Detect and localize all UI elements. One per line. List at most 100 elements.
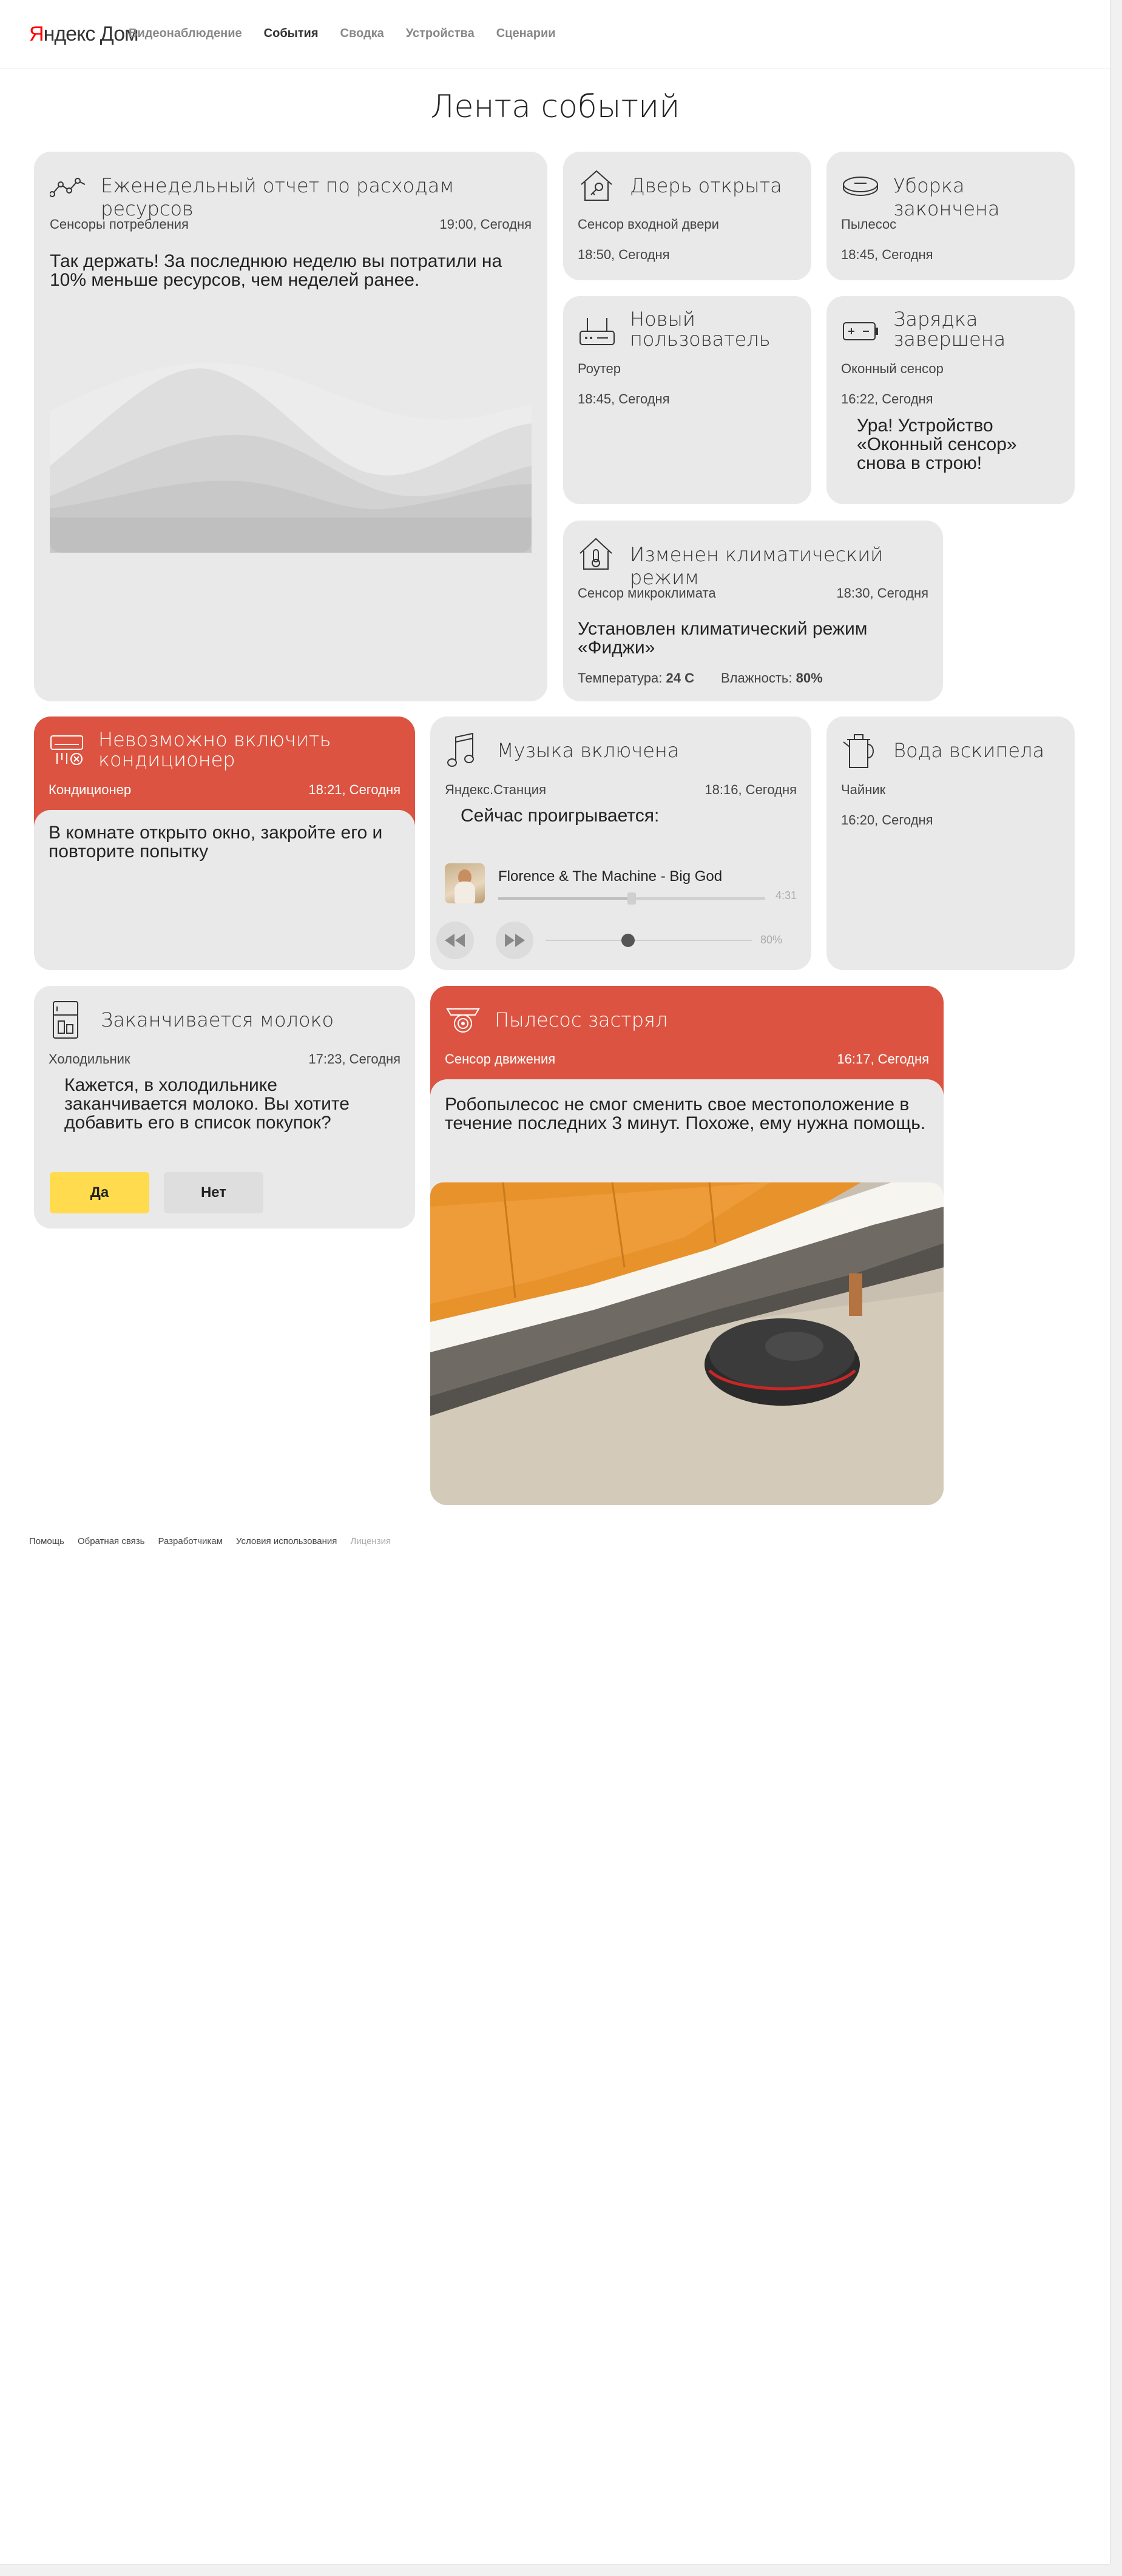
card-time: 16:17, Сегодня xyxy=(837,1051,929,1067)
card-title: Музыка включена xyxy=(497,739,680,762)
card-title: Изменен климатический режим xyxy=(630,543,884,589)
card-time: 18:21, Сегодня xyxy=(308,782,400,797)
card-source: Сенсоры потребления xyxy=(50,217,189,232)
chart-line-icon xyxy=(50,178,86,197)
temperature-label: Температура: xyxy=(578,670,663,686)
card-title: Пылесос застрял xyxy=(495,1008,668,1031)
card-source: Холодильник xyxy=(49,1051,130,1067)
music-card[interactable]: Музыка включена Яндекс.Станция 18:16, Се… xyxy=(430,716,811,970)
card-time: 18:45, Сегодня xyxy=(841,247,933,262)
card-message: Установлен климатический режим «Фиджи» xyxy=(578,619,868,658)
nav-devices[interactable]: Устройства xyxy=(406,27,475,41)
nav-events[interactable]: События xyxy=(264,27,319,41)
card-source: Роутер xyxy=(578,361,621,376)
top-header: Яндекс Дом Видеонаблюдение События Сводк… xyxy=(0,0,1110,69)
rewind-button[interactable] xyxy=(436,922,474,959)
card-source: Яндекс.Станция xyxy=(445,782,546,797)
air-conditioner-icon xyxy=(50,735,83,765)
nav-scenarios[interactable]: Сценарии xyxy=(496,27,556,41)
battery-icon xyxy=(843,322,878,340)
track-progress-bar[interactable] xyxy=(498,892,765,905)
card-title-line: завершена xyxy=(893,328,1006,351)
weekly-report-card[interactable]: Еженедельный отчет по расходам ресурсов … xyxy=(34,152,547,701)
logo-letter: Я xyxy=(29,22,44,46)
robot-vacuum-icon xyxy=(843,177,878,197)
kettle-icon xyxy=(843,734,874,768)
humidity-readout: Влажность: 80% xyxy=(721,670,823,686)
card-time: 17:23, Сегодня xyxy=(308,1051,400,1067)
milk-card[interactable]: Заканчивается молоко Холодильник 17:23, … xyxy=(34,986,415,1229)
footer-license[interactable]: Лицензия xyxy=(350,1536,391,1546)
page-title: Лента событий xyxy=(430,89,680,125)
humidity-label: Влажность: xyxy=(721,670,792,686)
horizontal-scrollbar[interactable] xyxy=(0,2564,1110,2576)
kettle-card[interactable]: Вода вскипела Чайник 16:20, Сегодня xyxy=(826,716,1075,970)
card-header: Пылесос застрял Сенсор движения 16:17, С… xyxy=(430,986,944,1095)
card-title: Дверь открыта xyxy=(630,174,782,197)
card-source: Сенсор движения xyxy=(445,1051,556,1067)
rewind-icon xyxy=(445,934,465,947)
card-title-line: пользователь xyxy=(630,328,771,351)
house-key-icon xyxy=(581,170,612,201)
forward-button[interactable] xyxy=(496,922,533,959)
card-title-line: Зарядка xyxy=(893,308,978,331)
yes-button[interactable]: Да xyxy=(50,1172,149,1213)
temperature-value: 24 С xyxy=(666,670,694,686)
card-time: 19:00, Сегодня xyxy=(439,217,532,232)
fast-forward-icon xyxy=(505,934,525,947)
card-title: Вода вскипела xyxy=(893,739,1045,762)
fridge-icon xyxy=(53,1001,78,1039)
nav-video[interactable]: Видеонаблюдение xyxy=(129,27,242,41)
card-title: Новый пользователь xyxy=(630,309,771,349)
new-user-card[interactable]: Новый пользователь Роутер 18:45, Сегодня xyxy=(563,296,811,504)
door-open-card[interactable]: Дверь открыта Сенсор входной двери 18:50… xyxy=(563,152,811,280)
card-time: 18:45, Сегодня xyxy=(578,391,670,406)
no-button[interactable]: Нет xyxy=(164,1172,263,1213)
track-title: Florence & The Machine - Big God xyxy=(498,868,723,885)
track-duration: 4:31 xyxy=(775,889,797,902)
card-time: 16:20, Сегодня xyxy=(841,812,933,828)
card-title: Невозможно включить кондиционер xyxy=(98,728,331,771)
track-progress-knob[interactable] xyxy=(627,892,636,905)
yandex-dom-logo[interactable]: Яндекс Дом xyxy=(29,22,138,46)
card-message: В комнате открыто окно, закройте его и п… xyxy=(49,823,383,861)
card-time: 16:22, Сегодня xyxy=(841,391,933,406)
house-thermometer-icon xyxy=(580,538,612,570)
volume-value: 80% xyxy=(760,934,782,946)
footer-terms[interactable]: Условия использования xyxy=(236,1536,337,1546)
motion-sensor-icon xyxy=(446,1008,480,1033)
volume-knob[interactable] xyxy=(621,934,635,947)
charge-complete-card[interactable]: Зарядка завершена Оконный сенсор 16:22, … xyxy=(826,296,1075,504)
humidity-value: 80% xyxy=(796,670,823,686)
footer-feedback[interactable]: Обратная связь xyxy=(78,1536,145,1546)
climate-mode-card[interactable]: Изменен климатический режим Сенсор микро… xyxy=(563,521,943,701)
card-time: 18:50, Сегодня xyxy=(578,247,670,262)
main-nav: Видеонаблюдение События Сводка Устройств… xyxy=(129,27,556,41)
card-source: Оконный сенсор xyxy=(841,361,944,376)
card-message: Кажется, в холодильнике заканчивается мо… xyxy=(64,1075,350,1133)
card-title: Уборка закончена xyxy=(893,174,1000,220)
logo-text: ндекс Дом xyxy=(43,22,139,46)
card-time: 18:16, Сегодня xyxy=(705,782,797,797)
volume-slider[interactable] xyxy=(546,934,752,947)
vacuum-stuck-card[interactable]: Пылесос застрял Сенсор движения 16:17, С… xyxy=(430,986,944,1505)
card-body: Робопылесос не смог сменить свое местопо… xyxy=(430,1079,944,1505)
card-time: 18:30, Сегодня xyxy=(836,585,928,601)
card-title: Заканчивается молоко xyxy=(101,1008,334,1031)
footer-developers[interactable]: Разработчикам xyxy=(158,1536,222,1546)
album-cover xyxy=(445,863,485,903)
card-source: Сенсор микроклимата xyxy=(578,585,716,601)
temperature-readout: Температура: 24 С xyxy=(578,670,694,686)
card-source: Кондиционер xyxy=(49,782,132,797)
now-playing-label: Сейчас проигрывается: xyxy=(461,806,660,826)
resource-area-chart xyxy=(50,357,532,553)
card-title: Еженедельный отчет по расходам ресурсов xyxy=(101,174,455,220)
vacuum-photo xyxy=(430,1182,944,1505)
vertical-scrollbar[interactable] xyxy=(1110,0,1122,2576)
nav-summary[interactable]: Сводка xyxy=(340,27,384,41)
footer-help[interactable]: Помощь xyxy=(29,1536,64,1546)
cleaning-done-card[interactable]: Уборка закончена Пылесос 18:45, Сегодня xyxy=(826,152,1075,280)
card-source: Сенсор входной двери xyxy=(578,217,719,232)
card-body: В комнате открыто окно, закройте его и п… xyxy=(34,810,415,970)
ac-error-card[interactable]: Невозможно включить кондиционер Кондицио… xyxy=(34,716,415,970)
